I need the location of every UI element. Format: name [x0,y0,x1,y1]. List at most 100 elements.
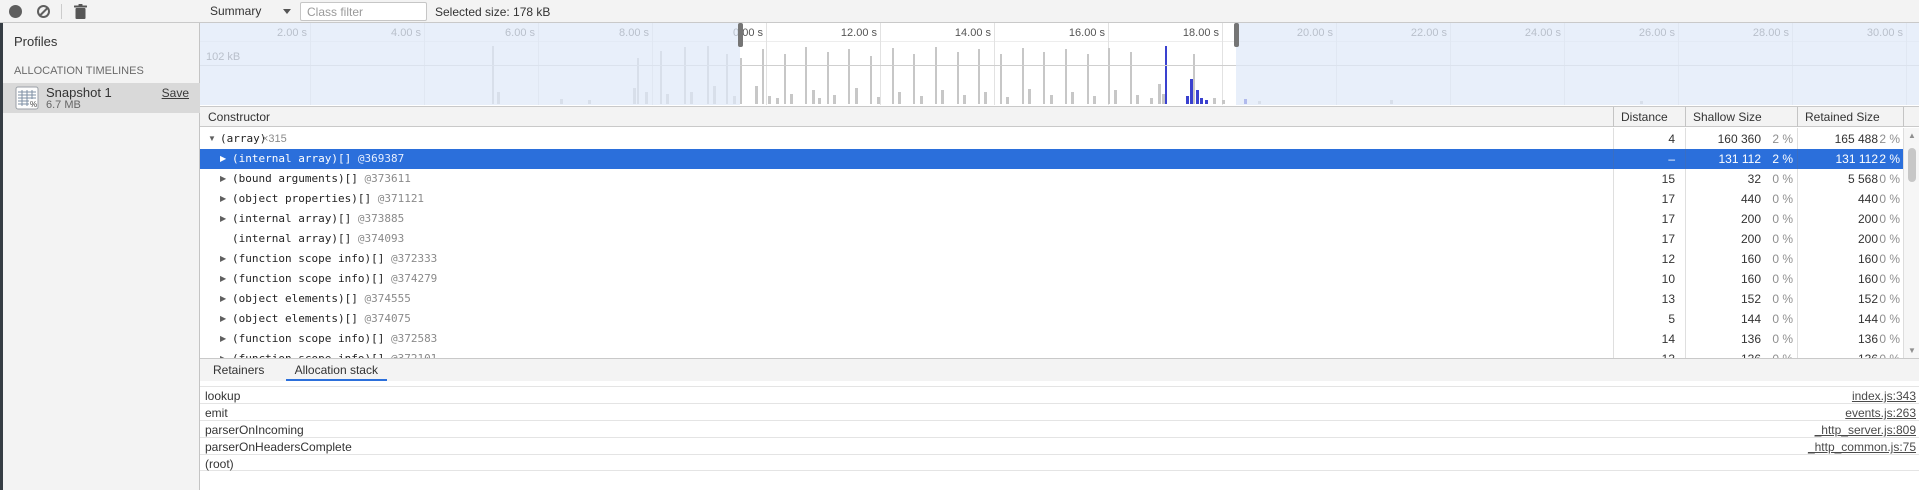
delete-profile-button[interactable] [73,4,88,19]
ruler-gridline [766,23,767,105]
allocation-bar-freed [784,54,786,104]
constructor-name: (function scope info)[] @372333 [232,252,437,265]
table-row[interactable]: ▶(function scope info)[] @374279101600 %… [200,269,1903,289]
sidebar-item-snapshot-1[interactable]: % Snapshot 1 6.7 MB Save [0,83,200,113]
column-divider [1903,107,1904,127]
table-row[interactable]: ▶(internal array)[] @369387–131 1122 %13… [200,149,1903,169]
source-location-link[interactable]: _http_server.js:809 [1815,423,1916,437]
shallow-size-percent: 0 % [1761,172,1793,186]
allocation-bar-freed [1050,95,1053,104]
allocation-bar-freed [1158,84,1161,104]
allocation-bar-freed [1114,90,1117,104]
table-row[interactable]: ▶(object properties)[] @371121174400 %44… [200,189,1903,209]
table-scrollbar[interactable]: ▲ ▼ [1903,128,1919,358]
shallow-size-value: 152 [1685,292,1761,306]
allocation-bar-freed [898,92,901,104]
source-location-link[interactable]: events.js:263 [1845,406,1916,420]
tab-allocation-stack[interactable]: Allocation stack [286,359,387,382]
shallow-size-percent: 0 % [1761,312,1793,326]
ruler-tick-label: 16.00 s [1045,27,1105,39]
stack-frame-row[interactable]: emitevents.js:263 [200,403,1919,420]
stack-frame-row[interactable]: parserOnIncoming_http_server.js:809 [200,420,1919,437]
retained-size-value: 136 [1797,332,1878,346]
expand-caret-icon[interactable]: ▶ [220,174,226,183]
allocation-bar-freed [827,52,829,104]
allocation-bar-freed [870,56,872,104]
table-row[interactable]: ▼(array)×3154160 3602 %165 4882 % [200,129,1903,149]
allocation-bar-freed [941,90,944,104]
retained-size-value: 160 [1797,252,1878,266]
constructor-name: (bound arguments)[] @373611 [232,172,411,185]
distance-value: 4 [1613,132,1675,146]
main-panel: 2.00 s4.00 s6.00 s8.00 s0.00 s12.00 s14.… [200,23,1919,490]
expand-caret-icon[interactable]: ▶ [220,294,226,303]
shallow-size-value: 200 [1685,212,1761,226]
window-handle-right[interactable] [1234,23,1239,47]
column-header-constructor[interactable]: Constructor [208,110,270,124]
expand-caret-icon[interactable]: ▶ [220,274,226,283]
expand-caret-icon[interactable]: ▶ [220,214,226,223]
allocation-bar-freed [790,94,793,104]
table-row[interactable]: ▶(object elements)[] @374555131520 %1520… [200,289,1903,309]
window-handle-left[interactable] [738,23,743,47]
retained-size-percent: 0 % [1868,272,1900,286]
shallow-size-value: 160 [1685,252,1761,266]
table-row[interactable]: ▶(bound arguments)[] @37361115320 %5 568… [200,169,1903,189]
scroll-down-arrow-icon[interactable]: ▼ [1904,346,1919,355]
scrollbar-thumb[interactable] [1908,148,1916,182]
constructor-name: (internal array)[] @373885 [232,212,404,225]
object-id: @372583 [384,332,437,345]
constructor-name: (function scope info)[] @372583 [232,332,437,345]
clear-profiles-button[interactable] [36,4,51,19]
selected-size-label: Selected size: 178 kB [435,5,550,19]
stack-frame-row[interactable]: (root) [200,454,1919,471]
save-link[interactable]: Save [162,86,189,100]
object-id: @374093 [351,232,404,245]
retained-size-percent: 0 % [1868,312,1900,326]
allocation-bar-freed [818,98,821,104]
column-header-retained-size[interactable]: Retained Size [1805,110,1880,124]
table-row[interactable]: ▶(function scope info)[] @372583141360 %… [200,329,1903,349]
table-row[interactable]: (internal array)[] @374093172000 %2000 % [200,229,1903,249]
table-row[interactable]: ▶(internal array)[] @373885172000 %2000 … [200,209,1903,229]
table-row[interactable]: ▶(function scope info)[] @372333121600 %… [200,249,1903,269]
expand-caret-icon[interactable]: ▶ [220,334,226,343]
column-header-distance[interactable]: Distance [1621,110,1668,124]
allocation-bar-freed [848,49,850,104]
allocation-timeline-overview[interactable]: 2.00 s4.00 s6.00 s8.00 s0.00 s12.00 s14.… [200,23,1919,107]
shallow-size-value: 144 [1685,312,1761,326]
allocation-bar-freed [1222,100,1225,104]
distance-value: – [1613,152,1675,166]
table-row[interactable]: ▶(object elements)[] @37407551440 %1440 … [200,309,1903,329]
allocation-bar-freed [1022,48,1024,104]
object-id: @373885 [351,212,404,225]
bottom-tabs: Retainers Allocation stack [200,358,1919,381]
source-location-link[interactable]: index.js:343 [1852,389,1916,403]
source-location-link[interactable]: _http_common.js:75 [1808,440,1916,454]
allocation-bar-freed [805,47,807,104]
stack-frame-row[interactable]: parserOnHeadersComplete_http_common.js:7… [200,437,1919,454]
stack-frame-row[interactable]: lookupindex.js:343 [200,386,1919,403]
tab-retainers[interactable]: Retainers [204,359,273,382]
class-filter-input[interactable] [300,2,427,21]
retained-size-percent: 0 % [1868,332,1900,346]
scroll-up-arrow-icon[interactable]: ▲ [1904,131,1919,140]
expand-caret-icon[interactable]: ▶ [220,194,226,203]
expand-caret-icon[interactable]: ▶ [220,314,226,323]
allocation-bar-freed [776,98,779,104]
expand-caret-open-icon[interactable]: ▼ [208,134,216,143]
expand-caret-icon[interactable]: ▶ [220,154,226,163]
allocation-bar-freed [957,52,959,104]
heap-snapshot-icon: % [15,86,39,110]
expand-caret-icon[interactable]: ▶ [220,254,226,263]
allocation-timelines-section-header: ALLOCATION TIMELINES [14,65,144,77]
table-row[interactable]: ▶(function scope info)[] @372101131360 %… [200,349,1903,358]
shallow-size-percent: 2 % [1761,132,1793,146]
instance-count: ×315 [262,133,287,145]
perspective-select[interactable]: Summary [210,4,261,20]
record-button[interactable] [8,4,23,19]
snapshot-title: Snapshot 1 [46,85,112,100]
column-header-shallow-size[interactable]: Shallow Size [1693,110,1762,124]
allocation-bar-freed [963,95,966,104]
trash-icon [73,4,88,20]
